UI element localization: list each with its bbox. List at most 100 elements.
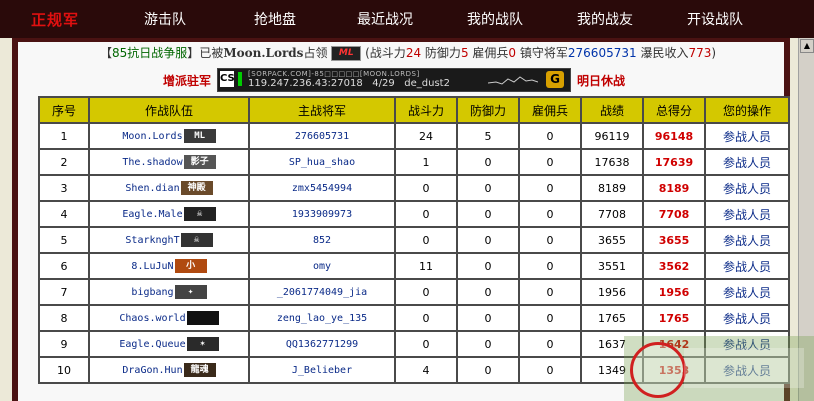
row-defense: 0	[458, 358, 518, 382]
header-action: 您的操作	[706, 98, 788, 122]
announce-post: 占领	[303, 46, 328, 60]
view-participants-link[interactable]: 参战人员	[706, 228, 788, 252]
team-name[interactable]: Moon.Lords	[122, 131, 182, 142]
row-team[interactable]: Shen.dian 神殿	[90, 176, 248, 200]
refresh-icon[interactable]: G	[546, 71, 565, 88]
row-record: 96119	[582, 124, 642, 148]
power-label: 战斗力	[369, 46, 406, 60]
nav-logo[interactable]: 正规军	[0, 9, 110, 30]
paren-close: )	[711, 46, 717, 60]
team-name[interactable]: Eagle.Queue	[119, 339, 185, 350]
view-participants-link[interactable]: 参战人员	[706, 280, 788, 304]
signal-icon	[238, 72, 243, 86]
row-general[interactable]: QQ1362771299	[250, 332, 394, 356]
team-emblem-icon	[186, 311, 219, 325]
team-name[interactable]: Eagle.Male	[122, 209, 182, 220]
row-merc: 0	[520, 228, 580, 252]
scroll-up-arrow-icon[interactable]: ▲	[800, 39, 814, 53]
row-general[interactable]: 1933909973	[250, 202, 394, 226]
header-defense: 防御力	[458, 98, 518, 122]
row-general[interactable]: omy	[250, 254, 394, 278]
team-emblem-icon: ML	[331, 46, 362, 61]
row-team[interactable]: Chaos.world	[90, 306, 248, 330]
row-power: 0	[396, 332, 456, 356]
server-details: 119.247.236.43:27018 4/29 de_dust2	[248, 78, 450, 89]
server-status-bar[interactable]: CS [SORPACK.COM]-85□□□□□[MOON.LORDS] 119…	[217, 68, 572, 92]
row-defense: 0	[458, 150, 518, 174]
table-row: 5 StarknghT ☠ 852 0 0 0 3655 3655 参战人员	[40, 228, 788, 252]
team-emblem-icon: ✶	[186, 337, 219, 351]
income-label: 瀑民收入	[640, 46, 689, 60]
view-participants-link[interactable]: 参战人员	[706, 176, 788, 200]
nav-item-create-team[interactable]: 开设战队	[660, 9, 770, 29]
row-general[interactable]: zeng_lao_ye_135	[250, 306, 394, 330]
ping-graph-icon	[488, 76, 539, 85]
team-name[interactable]: Shen.dian	[125, 183, 179, 194]
nav-item-recent-battles[interactable]: 最近战况	[330, 9, 440, 29]
add-garrison-button[interactable]: 增派驻军	[163, 72, 211, 89]
row-team[interactable]: Eagle.Queue ✶	[90, 332, 248, 356]
row-power: 0	[396, 228, 456, 252]
status-row: 增派驻军 CS [SORPACK.COM]-85□□□□□[MOON.LORDS…	[163, 68, 625, 92]
row-team[interactable]: DraGon.Hun 龍魂	[90, 358, 248, 382]
row-record: 1956	[582, 280, 642, 304]
view-participants-link[interactable]: 参战人员	[706, 202, 788, 226]
general-value: 276605731	[567, 46, 637, 60]
row-power: 1	[396, 150, 456, 174]
team-name[interactable]: 8.LuJuN	[131, 261, 173, 272]
row-general[interactable]: J_Belieber	[250, 358, 394, 382]
row-general[interactable]: 852	[250, 228, 394, 252]
team-emblem-icon: ☠	[180, 233, 213, 247]
row-no: 8	[40, 306, 88, 330]
row-team[interactable]: Eagle.Male ☠	[90, 202, 248, 226]
server-players: 4/29	[372, 78, 395, 89]
row-power: 0	[396, 306, 456, 330]
general-label: 镇守将军	[519, 46, 568, 60]
view-participants-link[interactable]: 参战人员	[706, 254, 788, 278]
team-name[interactable]: bigbang	[131, 287, 173, 298]
row-general[interactable]: _2061774049_jia	[250, 280, 394, 304]
row-no: 2	[40, 150, 88, 174]
row-team[interactable]: Moon.Lords ML	[90, 124, 248, 148]
row-general[interactable]: zmx5454994	[250, 176, 394, 200]
header-score: 总得分	[644, 98, 704, 122]
table-row: 2 The.shadow 影子 SP_hua_shao 1 0 0 17638 17639 参战人…	[40, 150, 788, 174]
row-team[interactable]: The.shadow 影子	[90, 150, 248, 174]
team-name[interactable]: The.shadow	[122, 157, 182, 168]
row-defense: 0	[458, 332, 518, 356]
table-row: 1 Moon.Lords ML 276605731 24 5 0 96119 96148 参战人员	[40, 124, 788, 148]
row-team[interactable]: 8.LuJuN 小	[90, 254, 248, 278]
team-emblem-icon: 影子	[183, 155, 216, 169]
team-name[interactable]: DraGon.Hun	[122, 365, 182, 376]
team-name[interactable]: StarknghT	[125, 235, 179, 246]
nav-item-guerrilla[interactable]: 游击队	[110, 9, 220, 29]
row-merc: 0	[520, 124, 580, 148]
row-general[interactable]: 276605731	[250, 124, 394, 148]
row-team[interactable]: bigbang ✦	[90, 280, 248, 304]
team-emblem-icon: ✦	[174, 285, 207, 299]
row-defense: 0	[458, 202, 518, 226]
nav-item-grab-territory[interactable]: 抢地盘	[220, 9, 330, 29]
row-defense: 0	[458, 280, 518, 304]
team-name[interactable]: Chaos.world	[119, 313, 185, 324]
nav-item-my-comrades[interactable]: 我的战友	[550, 9, 660, 29]
table-row: 8 Chaos.world zeng_lao_ye_135 0 0 0 1765 1765 参战…	[40, 306, 788, 330]
row-merc: 0	[520, 358, 580, 382]
view-participants-link[interactable]: 参战人员	[706, 150, 788, 174]
row-team[interactable]: StarknghT ☠	[90, 228, 248, 252]
truce-tomorrow-button[interactable]: 明日休战	[577, 72, 625, 89]
server-map: de_dust2	[404, 78, 450, 89]
view-participants-link[interactable]: 参战人员	[706, 124, 788, 148]
row-defense: 0	[458, 176, 518, 200]
row-general[interactable]: SP_hua_shao	[250, 150, 394, 174]
occupying-team[interactable]: Moon.Lords	[223, 46, 303, 60]
row-no: 4	[40, 202, 88, 226]
view-participants-link[interactable]: 参战人员	[706, 306, 788, 330]
game-icon: CS	[220, 71, 235, 87]
header-no: 序号	[40, 98, 88, 122]
nav-item-my-team[interactable]: 我的战队	[440, 9, 550, 29]
row-merc: 0	[520, 150, 580, 174]
table-header-row: 序号 作战队伍 主战将军 战斗力 防御力 雇佣兵 战绩 总得分 您的操作	[40, 98, 788, 122]
header-team: 作战队伍	[90, 98, 248, 122]
row-score: 1956	[644, 280, 704, 304]
